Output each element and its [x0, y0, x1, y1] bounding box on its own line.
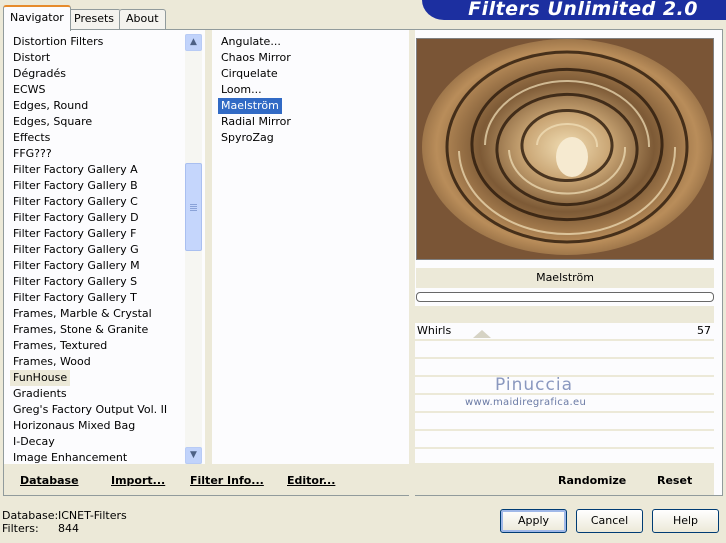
list-item[interactable]: Maelström: [218, 98, 282, 114]
list-item[interactable]: Gradients: [10, 386, 67, 402]
filter-name-label: Maelström: [416, 268, 714, 288]
database-value: ICNET-Filters: [58, 509, 127, 522]
tab-about[interactable]: About: [119, 9, 166, 29]
list-item[interactable]: Filter Factory Gallery B: [10, 178, 138, 194]
list-item[interactable]: Angulate...: [218, 34, 281, 50]
list-item[interactable]: Filter Factory Gallery S: [10, 274, 137, 290]
list-item[interactable]: Filter Factory Gallery T: [10, 290, 137, 306]
list-item[interactable]: Cirquelate: [218, 66, 278, 82]
list-item[interactable]: SpyroZag: [218, 130, 274, 146]
list-item[interactable]: Filter Factory Gallery G: [10, 242, 139, 258]
filters-count-label: Filters:: [2, 522, 39, 535]
list-item[interactable]: Filter Factory Gallery F: [10, 226, 136, 242]
list-item[interactable]: Edges, Round: [10, 98, 88, 114]
category-list[interactable]: Distortion Filters Distort Dégradés ECWS Edg…: [10, 34, 185, 464]
param-row-empty: [415, 449, 714, 464]
list-item[interactable]: Filter Factory Gallery M: [10, 258, 140, 274]
list-item[interactable]: Edges, Square: [10, 114, 92, 130]
list-item[interactable]: Frames, Textured: [10, 338, 107, 354]
list-item[interactable]: Frames, Marble & Crystal: [10, 306, 152, 322]
filters-count-value: 844: [58, 522, 79, 535]
list-item[interactable]: Filter Factory Gallery D: [10, 210, 139, 226]
list-item[interactable]: Frames, Wood: [10, 354, 91, 370]
randomize-button[interactable]: Randomize: [558, 474, 626, 487]
watermark-url: www.maidiregrafica.eu: [465, 397, 587, 408]
param-row-empty: [415, 359, 714, 376]
param-row-empty: [415, 413, 714, 430]
title-banner: Filters Unlimited 2.0: [422, 0, 726, 20]
list-item[interactable]: Frames, Stone & Granite: [10, 322, 148, 338]
scroll-down-button[interactable]: ▼: [185, 447, 202, 464]
list-item[interactable]: Chaos Mirror: [218, 50, 291, 66]
list-item[interactable]: FFG???: [10, 146, 52, 162]
param-label: Whirls: [417, 324, 452, 337]
list-item[interactable]: Filter Factory Gallery A: [10, 162, 138, 178]
list-item[interactable]: Radial Mirror: [218, 114, 291, 130]
list-item[interactable]: Horizonaus Mixed Bag: [10, 418, 135, 434]
reset-button[interactable]: Reset: [657, 474, 692, 487]
list-item[interactable]: Distortion Filters: [10, 34, 103, 50]
list-item[interactable]: Loom...: [218, 82, 262, 98]
banner-title: Filters Unlimited 2.0: [468, 0, 698, 20]
list-divider: [205, 30, 212, 466]
preview-image: [416, 38, 714, 260]
cancel-button[interactable]: Cancel: [576, 509, 643, 533]
list-item[interactable]: Greg's Factory Output Vol. II: [10, 402, 167, 418]
list-item[interactable]: I-Decay: [10, 434, 55, 450]
database-button[interactable]: Database: [20, 474, 79, 487]
database-label: Database:: [2, 509, 59, 522]
watermark-name: Pinuccia: [495, 375, 573, 395]
filter-info-button[interactable]: Filter Info...: [190, 474, 264, 487]
tab-presets[interactable]: Presets: [67, 9, 122, 29]
list-item[interactable]: ECWS: [10, 82, 46, 98]
param-value: 57: [697, 324, 711, 337]
category-scrollbar[interactable]: ▲ ▼: [185, 34, 202, 464]
list-item[interactable]: Distort: [10, 50, 50, 66]
list-item[interactable]: Dégradés: [10, 66, 66, 82]
scroll-thumb[interactable]: [185, 163, 202, 251]
progress-bar: [416, 292, 714, 302]
tab-navigator[interactable]: Navigator: [3, 5, 71, 31]
apply-button[interactable]: Apply: [500, 509, 567, 533]
list-item[interactable]: FunHouse: [10, 370, 71, 386]
param-row-empty: [415, 431, 714, 448]
slider-thumb[interactable]: [473, 330, 491, 338]
list-item[interactable]: Effects: [10, 130, 50, 146]
list-item[interactable]: Filter Factory Gallery C: [10, 194, 138, 210]
filter-list[interactable]: Angulate... Chaos Mirror Cirquelate Loom...…: [218, 34, 408, 464]
param-row-whirls[interactable]: Whirls 57: [415, 323, 714, 340]
tab-bar: Navigator Presets About: [0, 0, 420, 31]
maelstrom-preview-graphic: [417, 39, 713, 259]
import-button[interactable]: Import...: [111, 474, 165, 487]
param-row-empty: [415, 341, 714, 358]
editor-button[interactable]: Editor...: [287, 474, 335, 487]
scroll-up-button[interactable]: ▲: [185, 34, 202, 51]
help-button[interactable]: Help: [652, 509, 719, 533]
